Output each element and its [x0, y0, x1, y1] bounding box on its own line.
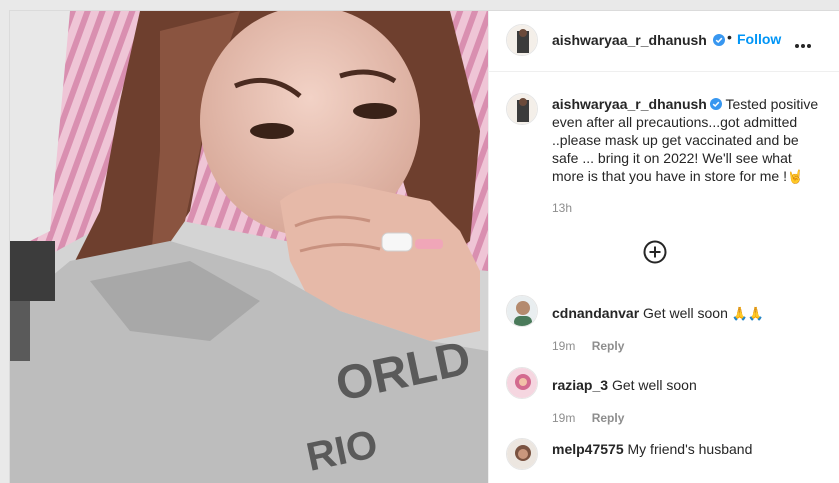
comment-body: melp47575 My friend's husband	[552, 440, 832, 458]
commenter-avatar[interactable]	[506, 438, 538, 470]
commenter-avatar-image	[507, 296, 537, 326]
post-side-panel: aishwaryaa_r_dhanush • Follow aishwaryaa…	[488, 11, 839, 483]
comment-username[interactable]: raziap_3	[552, 377, 608, 393]
comment-username[interactable]: cdnandanvar	[552, 305, 639, 321]
more-options-icon[interactable]	[795, 35, 813, 48]
author-avatar[interactable]	[506, 24, 538, 56]
reply-button[interactable]: Reply	[592, 411, 625, 425]
commenter-avatar[interactable]	[506, 367, 538, 399]
comment-meta: 19m Reply	[552, 411, 624, 425]
comment-time[interactable]: 19m	[552, 411, 575, 425]
caption-emoji: 🤘	[787, 170, 804, 185]
follow-button[interactable]: Follow	[737, 31, 781, 47]
plus-circle-icon[interactable]	[643, 240, 667, 264]
author-avatar-image	[507, 25, 537, 55]
header-separator: •	[727, 29, 732, 45]
commenter-avatar-image	[507, 368, 537, 398]
verified-badge-icon	[713, 33, 725, 46]
caption-author-avatar[interactable]	[506, 93, 538, 125]
verified-badge-icon	[709, 96, 722, 110]
caption-avatar-image	[507, 94, 537, 124]
comment-text: Get well soon	[611, 377, 697, 393]
reply-button[interactable]: Reply	[592, 339, 625, 353]
comment-text: My friend's husband	[627, 441, 753, 457]
post-photo[interactable]: ORLD RIO	[10, 11, 488, 483]
comment-username[interactable]: melp47575	[552, 441, 624, 457]
comment-emoji: 🙏🙏	[731, 307, 765, 322]
commenter-avatar-image	[507, 439, 537, 469]
comment-text: Get well soon	[643, 305, 728, 321]
caption-timestamp[interactable]: 13h	[552, 201, 572, 215]
comment-meta: 19m Reply	[552, 339, 624, 353]
instagram-post: ORLD RIO aishwaryaa_r_dhanush • Follow a…	[9, 10, 839, 483]
author-username[interactable]: aishwaryaa_r_dhanush	[552, 32, 707, 48]
comment-body: cdnandanvar Get well soon 🙏🙏	[552, 304, 832, 324]
comment-time[interactable]: 19m	[552, 339, 575, 353]
commenter-avatar[interactable]	[506, 295, 538, 327]
post-caption: aishwaryaa_r_dhanush Tested positive eve…	[552, 95, 822, 187]
post-photo-illustration: ORLD RIO	[10, 11, 488, 483]
post-header: aishwaryaa_r_dhanush • Follow	[489, 11, 839, 72]
comment-body: raziap_3 Get well soon	[552, 376, 832, 394]
caption-username[interactable]: aishwaryaa_r_dhanush	[552, 96, 707, 112]
